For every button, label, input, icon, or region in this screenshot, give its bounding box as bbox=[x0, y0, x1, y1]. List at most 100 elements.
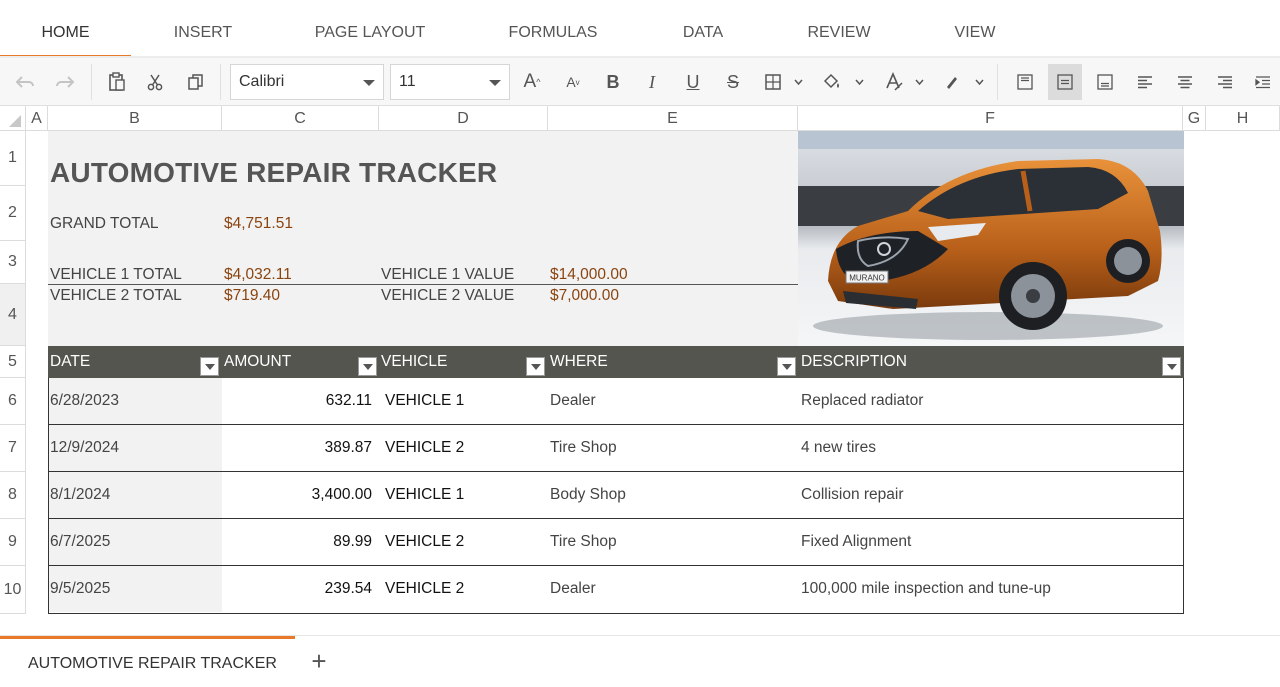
cell-description[interactable]: Collision repair bbox=[801, 472, 904, 518]
increase-font-icon[interactable]: A ^ bbox=[515, 64, 549, 100]
align-bottom-icon[interactable] bbox=[1088, 64, 1122, 100]
table-row[interactable]: 12/9/2024 389.87 VEHICLE 2 Tire Shop 4 n… bbox=[49, 425, 1183, 472]
borders-icon[interactable] bbox=[756, 64, 790, 100]
align-middle-icon[interactable] bbox=[1048, 64, 1082, 100]
cell-amount[interactable]: 389.87 bbox=[222, 425, 372, 471]
column-header-f[interactable]: F bbox=[798, 106, 1183, 131]
vehicle2-total-value[interactable]: $719.40 bbox=[224, 287, 280, 305]
tab-view[interactable]: VIEW bbox=[915, 0, 1035, 58]
align-center-icon[interactable] bbox=[1168, 64, 1202, 100]
vehicle1-total-label[interactable]: VEHICLE 1 TOTAL bbox=[50, 266, 182, 284]
vehicle2-value-label[interactable]: VEHICLE 2 VALUE bbox=[381, 287, 514, 305]
cell-description[interactable]: Fixed Alignment bbox=[801, 519, 911, 565]
cell-amount[interactable]: 632.11 bbox=[222, 378, 372, 424]
grand-total-label[interactable]: GRAND TOTAL bbox=[50, 215, 159, 233]
row-header-10[interactable]: 10 bbox=[0, 566, 26, 614]
chevron-down-icon[interactable] bbox=[794, 78, 803, 87]
cell-amount[interactable]: 3,400.00 bbox=[222, 472, 372, 518]
cell-where[interactable]: Tire Shop bbox=[550, 519, 617, 565]
grand-total-value[interactable]: $4,751.51 bbox=[224, 215, 293, 233]
add-sheet-icon[interactable]: + bbox=[305, 648, 333, 676]
car-photo[interactable]: MURANO bbox=[798, 131, 1184, 346]
cell-where[interactable]: Dealer bbox=[550, 378, 596, 424]
header-where[interactable]: WHERE bbox=[548, 346, 608, 378]
cell-vehicle[interactable]: VEHICLE 2 bbox=[385, 519, 464, 565]
cell-date[interactable]: 8/1/2024 bbox=[49, 472, 222, 518]
column-header-e[interactable]: E bbox=[548, 106, 798, 131]
chevron-down-icon[interactable] bbox=[855, 78, 864, 87]
column-header-a[interactable]: A bbox=[26, 106, 48, 131]
filter-dropdown-icon[interactable] bbox=[526, 357, 545, 376]
row-header-3[interactable]: 3 bbox=[0, 241, 26, 284]
row-header-4[interactable]: 4 bbox=[0, 284, 26, 346]
align-top-icon[interactable] bbox=[1008, 64, 1042, 100]
bold-icon[interactable]: B bbox=[596, 64, 630, 100]
cell-date[interactable]: 12/9/2024 bbox=[49, 425, 222, 471]
vehicle1-value[interactable]: $14,000.00 bbox=[550, 266, 628, 284]
column-header-h[interactable]: H bbox=[1206, 106, 1280, 131]
cell-where[interactable]: Tire Shop bbox=[550, 425, 617, 471]
column-header-b[interactable]: B bbox=[48, 106, 222, 131]
cell-vehicle[interactable]: VEHICLE 1 bbox=[385, 378, 464, 424]
italic-icon[interactable]: I bbox=[635, 64, 669, 100]
vehicle1-total-value[interactable]: $4,032.11 bbox=[224, 266, 292, 284]
cell-vehicle[interactable]: VEHICLE 2 bbox=[385, 425, 464, 471]
filter-dropdown-icon[interactable] bbox=[200, 357, 219, 376]
cell-where[interactable]: Body Shop bbox=[550, 472, 626, 518]
table-row[interactable]: 8/1/2024 3,400.00 VEHICLE 1 Body Shop Co… bbox=[49, 472, 1183, 519]
cell-vehicle[interactable]: VEHICLE 1 bbox=[385, 472, 464, 518]
table-row[interactable]: 9/5/2025 239.54 VEHICLE 2 Dealer 100,000… bbox=[49, 566, 1183, 613]
redo-icon[interactable] bbox=[48, 64, 82, 100]
filter-dropdown-icon[interactable] bbox=[1162, 357, 1181, 376]
tab-data[interactable]: DATA bbox=[644, 0, 762, 58]
filter-dropdown-icon[interactable] bbox=[358, 357, 377, 376]
row-header-2[interactable]: 2 bbox=[0, 186, 26, 241]
row-header-8[interactable]: 8 bbox=[0, 472, 26, 519]
column-header-g[interactable]: G bbox=[1183, 106, 1206, 131]
row-header-1[interactable]: 1 bbox=[0, 131, 26, 186]
sheet-tab-automotive-repair-tracker[interactable]: AUTOMOTIVE REPAIR TRACKER bbox=[0, 636, 295, 687]
cell-description[interactable]: 4 new tires bbox=[801, 425, 876, 471]
copy-icon[interactable] bbox=[179, 64, 213, 100]
tab-home[interactable]: HOME bbox=[0, 0, 131, 58]
row-header-5[interactable]: 5 bbox=[0, 346, 26, 378]
cell-date[interactable]: 9/5/2025 bbox=[49, 566, 222, 612]
vehicle2-value[interactable]: $7,000.00 bbox=[550, 287, 619, 305]
tab-page-layout[interactable]: PAGE LAYOUT bbox=[276, 0, 464, 58]
indent-icon[interactable] bbox=[1246, 64, 1280, 100]
cell-date[interactable]: 6/28/2023 bbox=[49, 378, 222, 424]
decrease-font-icon[interactable]: Av bbox=[556, 64, 590, 100]
row-header-7[interactable]: 7 bbox=[0, 425, 26, 472]
font-name-dropdown[interactable]: Calibri bbox=[230, 64, 384, 100]
filter-dropdown-icon[interactable] bbox=[777, 357, 796, 376]
tab-review[interactable]: REVIEW bbox=[770, 0, 908, 58]
undo-icon[interactable] bbox=[8, 64, 42, 100]
paste-icon[interactable] bbox=[100, 64, 134, 100]
tab-insert[interactable]: INSERT bbox=[140, 0, 266, 58]
select-all-corner[interactable] bbox=[0, 106, 26, 131]
tab-formulas[interactable]: FORMULAS bbox=[470, 0, 636, 58]
cell-vehicle[interactable]: VEHICLE 2 bbox=[385, 566, 464, 612]
cut-icon[interactable] bbox=[138, 64, 172, 100]
table-row[interactable]: 6/28/2023 632.11 VEHICLE 1 Dealer Replac… bbox=[49, 378, 1183, 425]
header-vehicle[interactable]: VEHICLE bbox=[379, 346, 447, 378]
strikethrough-icon[interactable]: S bbox=[716, 64, 750, 100]
row-header-9[interactable]: 9 bbox=[0, 519, 26, 566]
cell-description[interactable]: 100,000 mile inspection and tune-up bbox=[801, 566, 1051, 612]
table-row[interactable]: 6/7/2025 89.99 VEHICLE 2 Tire Shop Fixed… bbox=[49, 519, 1183, 566]
column-header-c[interactable]: C bbox=[222, 106, 379, 131]
row-header-6[interactable]: 6 bbox=[0, 378, 26, 425]
underline-icon[interactable]: U bbox=[676, 64, 710, 100]
sheet-title[interactable]: AUTOMOTIVE REPAIR TRACKER bbox=[50, 157, 497, 189]
highlight-icon[interactable] bbox=[935, 64, 969, 100]
vehicle2-total-label[interactable]: VEHICLE 2 TOTAL bbox=[50, 287, 182, 305]
spreadsheet-grid[interactable]: A B C D E F G H 1 2 3 4 5 6 7 8 9 10 AUT… bbox=[0, 106, 1280, 630]
cell-where[interactable]: Dealer bbox=[550, 566, 596, 612]
cell-date[interactable]: 6/7/2025 bbox=[49, 519, 222, 565]
align-left-icon[interactable] bbox=[1128, 64, 1162, 100]
header-description[interactable]: DESCRIPTION bbox=[799, 346, 907, 378]
font-color-icon[interactable] bbox=[877, 64, 911, 100]
chevron-down-icon[interactable] bbox=[915, 78, 924, 87]
header-amount[interactable]: AMOUNT bbox=[222, 346, 291, 378]
cell-amount[interactable]: 239.54 bbox=[222, 566, 372, 612]
